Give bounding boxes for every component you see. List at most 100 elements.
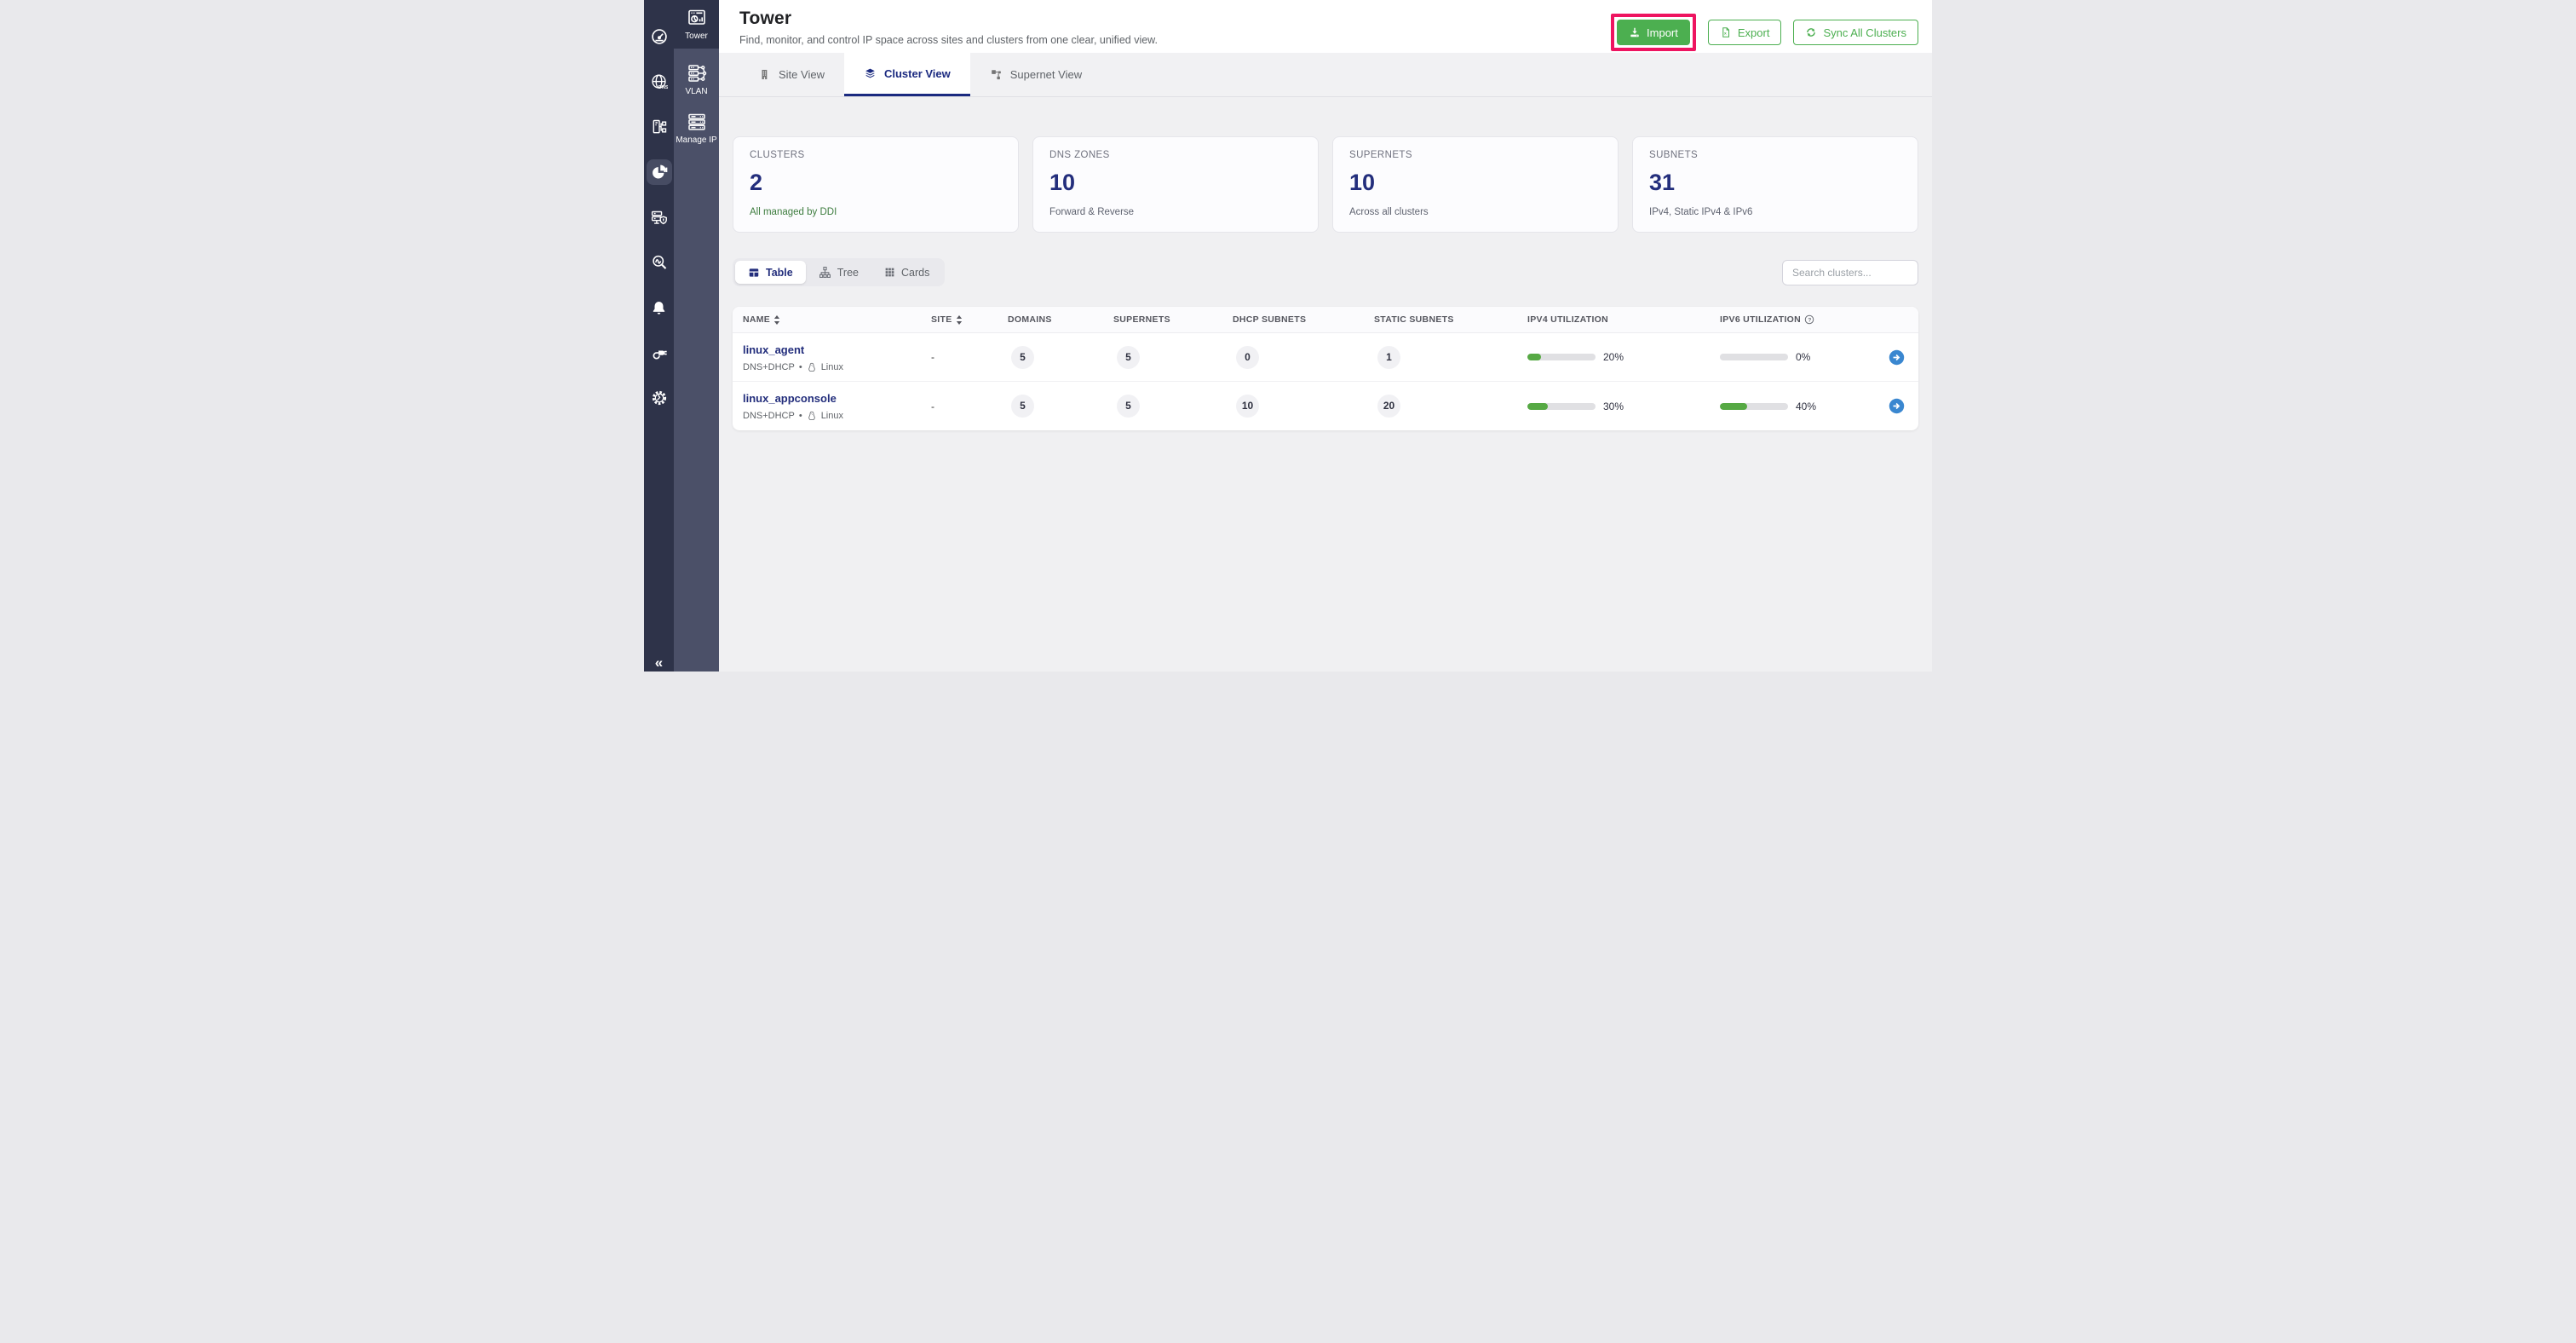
stat-caption: IPv4, Static IPv4 & IPv6 xyxy=(1649,207,1753,217)
page-header: Tower Find, monitor, and control IP spac… xyxy=(719,0,1932,53)
stat-label: DNS ZONES xyxy=(1049,150,1110,160)
column-header-supernets: SUPERNETS xyxy=(1113,314,1170,325)
column-label: IPV6 UTILIZATION xyxy=(1720,314,1802,325)
domains-cell: 5 xyxy=(1008,395,1113,418)
cluster-name-link[interactable]: linux_agent xyxy=(743,343,804,356)
column-header-domains: DOMAINS xyxy=(1008,314,1052,325)
tab-label: Site View xyxy=(779,68,825,81)
stat-card-dns-zones: DNS ZONES 10 Forward & Reverse xyxy=(1032,136,1319,233)
building-icon xyxy=(759,68,771,81)
icon-rail: DNS « xyxy=(644,0,674,672)
table-row: linux_agent DNS+DHCP • Linux - 5 5 0 1 2… xyxy=(733,333,1918,382)
open-cluster-arrow-button[interactable] xyxy=(1889,349,1905,366)
page-header-text: Tower Find, monitor, and control IP spac… xyxy=(739,9,1158,46)
cluster-services: DNS+DHCP xyxy=(743,411,795,421)
site-cell: - xyxy=(931,400,934,412)
table-icon xyxy=(748,267,760,279)
svg-text:DNS: DNS xyxy=(658,84,668,89)
stat-card-subnets: SUBNETS 31 IPv4, Static IPv4 & IPv6 xyxy=(1632,136,1918,233)
tab-supernet-view[interactable]: Supernet View xyxy=(970,53,1101,96)
search-container xyxy=(1782,259,1918,285)
tree-icon xyxy=(819,266,831,279)
tower-dashboard-icon xyxy=(687,8,707,28)
tab-label: Supernet View xyxy=(1009,68,1083,81)
dashboard-gauge-icon[interactable] xyxy=(650,27,669,46)
column-header-name[interactable]: NAME xyxy=(733,314,931,325)
network-nodes-icon xyxy=(990,68,1003,81)
view-toggle-label: Table xyxy=(766,266,793,279)
settings-gear-wrench-icon[interactable] xyxy=(650,389,669,407)
sidebar-item-tower[interactable]: Tower xyxy=(674,0,719,49)
stat-label: SUPERNETS xyxy=(1349,150,1412,160)
view-toggle-table[interactable]: Table xyxy=(735,261,806,284)
site-cell: - xyxy=(931,351,934,363)
sync-refresh-icon xyxy=(1805,26,1817,38)
search-analytics-icon[interactable] xyxy=(650,253,669,272)
sync-all-clusters-button[interactable]: Sync All Clusters xyxy=(1793,20,1918,45)
sidebar-item-manage-ip[interactable]: Manage IP xyxy=(674,104,719,153)
open-cluster-arrow-button[interactable] xyxy=(1889,398,1905,414)
supernets-cell: 5 xyxy=(1113,395,1233,418)
view-toggle-cards[interactable]: Cards xyxy=(871,261,942,284)
import-button-label: Import xyxy=(1647,26,1678,39)
import-button[interactable]: Import xyxy=(1617,20,1690,45)
layers-icon xyxy=(864,67,877,80)
ipv4-utilization-cell: 30% xyxy=(1527,401,1720,412)
ipv6-utilization-cell: 0% xyxy=(1720,351,1865,363)
tower-app: DNS « Tower VLAN Manage IP Tower Find, m… xyxy=(644,0,1932,672)
collapse-sidebar-icon[interactable]: « xyxy=(655,655,663,670)
sidebar-item-vlan[interactable]: VLAN xyxy=(674,55,719,104)
cluster-name-link[interactable]: linux_appconsole xyxy=(743,392,837,405)
view-tabs: Site View Cluster View Supernet View xyxy=(719,53,1932,97)
ipv4-percent-label: 20% xyxy=(1603,351,1624,363)
tab-cluster-view[interactable]: Cluster View xyxy=(843,53,970,96)
ipam-pie-chart-icon[interactable] xyxy=(646,159,672,185)
cluster-name-cell: linux_agent DNS+DHCP • Linux xyxy=(733,343,931,372)
count-badge: 1 xyxy=(1377,345,1400,369)
ipv6-percent-label: 40% xyxy=(1796,400,1817,412)
header-actions: Import x Export Sync All Clusters xyxy=(1611,14,1918,51)
progress-track xyxy=(1527,354,1596,360)
page-title: Tower xyxy=(739,9,792,28)
column-header-dhcp-subnets: DHCP SUBNETS xyxy=(1233,314,1307,325)
column-header-site[interactable]: SITE xyxy=(931,314,1008,325)
integrations-plug-icon[interactable] xyxy=(650,343,669,362)
cluster-services: DNS+DHCP xyxy=(743,361,795,372)
stat-caption: Forward & Reverse xyxy=(1049,207,1135,217)
count-badge: 5 xyxy=(1117,395,1140,418)
server-tree-icon[interactable] xyxy=(650,118,669,136)
dns-globe-icon[interactable]: DNS xyxy=(650,72,669,91)
sidebar-item-label: Tower xyxy=(685,32,708,41)
meta-separator: • xyxy=(798,361,802,372)
tab-site-view[interactable]: Site View xyxy=(739,53,844,96)
server-shield-icon[interactable] xyxy=(650,208,669,227)
table-controls: Table Tree Cards Search clusters... xyxy=(733,258,1918,286)
view-toggle-tree[interactable]: Tree xyxy=(806,261,871,284)
info-icon[interactable]: ? xyxy=(1804,314,1814,325)
export-button[interactable]: x Export xyxy=(1707,20,1782,45)
ipv4-percent-label: 30% xyxy=(1603,400,1624,412)
count-badge: 0 xyxy=(1236,345,1259,369)
notifications-bell-icon[interactable] xyxy=(650,298,669,317)
stat-label: CLUSTERS xyxy=(750,150,805,160)
stat-value: 10 xyxy=(1349,170,1376,195)
static-subnets-cell: 20 xyxy=(1374,395,1527,418)
sync-button-label: Sync All Clusters xyxy=(1823,26,1906,39)
stat-caption: Across all clusters xyxy=(1349,207,1429,217)
progress-fill xyxy=(1720,402,1747,410)
manage-ip-servers-icon xyxy=(687,112,707,132)
svg-text:?: ? xyxy=(1808,317,1811,323)
search-clusters-input[interactable] xyxy=(1782,259,1918,285)
domains-cell: 5 xyxy=(1008,345,1113,369)
export-button-label: Export xyxy=(1737,26,1770,39)
static-subnets-cell: 1 xyxy=(1374,345,1527,369)
column-header-ipv6-utilization: IPV6 UTILIZATION ? xyxy=(1720,314,1865,325)
meta-separator: • xyxy=(798,411,802,421)
table-row: linux_appconsole DNS+DHCP • Linux - 5 5 … xyxy=(733,382,1918,430)
stat-card-clusters: CLUSTERS 2 All managed by DDI xyxy=(733,136,1019,233)
column-header-static-subnets: STATIC SUBNETS xyxy=(1374,314,1454,325)
view-toggle-label: Tree xyxy=(837,266,859,279)
ipv6-percent-label: 0% xyxy=(1796,351,1811,363)
cards-grid-icon xyxy=(884,267,895,278)
column-header-ipv4-utilization: IPV4 UTILIZATION xyxy=(1527,314,1609,325)
